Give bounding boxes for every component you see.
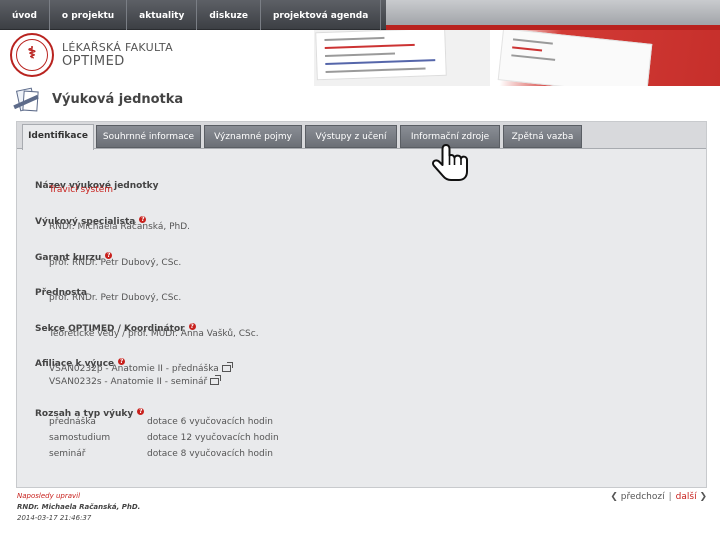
nav-item-diskuze[interactable]: diskuze	[197, 0, 261, 30]
help-icon[interactable]: ?	[137, 408, 145, 415]
specialist-value: RNDr. Michaela Račanská, PhD.	[49, 222, 190, 232]
nav-item-projektova-agenda[interactable]: projektová agenda	[261, 0, 382, 30]
header-collage-image	[314, 30, 720, 86]
scope-row: přednáška dotace 6 vyučovacích hodin	[49, 417, 273, 427]
nav-item-o-projektu[interactable]: o projektu	[50, 0, 128, 30]
pager-separator: |	[668, 492, 672, 502]
top-navigation: úvod o projektu aktuality diskuze projek…	[0, 0, 720, 30]
tab-zpetna-vazba[interactable]: Zpětná vazba	[503, 125, 582, 148]
nav-item-uvod[interactable]: úvod	[0, 0, 50, 30]
scope-row: samostudium dotace 12 vyučovacích hodin	[49, 433, 279, 443]
section-coordinator-value: Teoretické vědy / prof. MUDr. Anna Vašků…	[49, 329, 259, 339]
nav-item-aktuality[interactable]: aktuality	[127, 0, 198, 30]
scope-type: samostudium	[49, 433, 111, 443]
chevron-right-icon[interactable]: ❯	[699, 492, 707, 502]
scope-amount: dotace 8 vyučovacích hodin	[147, 449, 273, 459]
pager: ❮ předchozí | další ❯	[610, 492, 707, 502]
unit-name-value: Trávicí systém	[49, 185, 114, 195]
head-value: prof. RNDr. Petr Dubový, CSc.	[49, 293, 182, 303]
last-update-date: 2014-03-17 21:46:37	[17, 514, 92, 522]
guarantor-value: prof. RNDr. Petr Dubový, CSc.	[49, 258, 182, 268]
affiliation-item[interactable]: VSAN0232p - Anatomie II - přednáška	[49, 362, 233, 374]
scope-row: seminář dotace 8 vyučovacích hodin	[49, 449, 273, 459]
hand-pointer-cursor-icon	[432, 144, 468, 181]
affiliation-text[interactable]: VSAN0232p - Anatomie II - přednáška	[49, 364, 219, 374]
tab-vyznamne-pojmy[interactable]: Významné pojmy	[204, 125, 302, 148]
tab-vystupy-z-uceni[interactable]: Výstupy z učení	[305, 125, 397, 148]
scope-amount: dotace 12 vyučovacích hodin	[147, 433, 279, 443]
external-link-icon[interactable]	[210, 375, 222, 385]
chevron-left-icon[interactable]: ❮	[610, 492, 618, 502]
tab-souhrnne-informace[interactable]: Souhrnné informace	[96, 125, 201, 148]
external-link-icon[interactable]	[221, 362, 233, 372]
prev-link[interactable]: předchozí	[621, 492, 665, 502]
tab-identifikace[interactable]: Identifikace	[22, 124, 94, 150]
scope-amount: dotace 6 vyučovacích hodin	[147, 417, 273, 427]
seal-caduceus-icon: ⚕	[27, 43, 37, 62]
last-update-label: Naposledy upravil	[17, 492, 81, 500]
page-title: Výuková jednotka	[52, 92, 184, 107]
unit-panel: Identifikace Souhrnné informace Významné…	[16, 121, 707, 488]
documents-icon	[10, 86, 42, 116]
tab-bar: Identifikace Souhrnné informace Významné…	[17, 122, 706, 150]
affiliation-text[interactable]: VSAN0232s - Anatomie II - seminář	[49, 377, 207, 387]
site-header: ⚕ LÉKAŘSKÁ FAKULTA OPTIMED	[0, 30, 720, 86]
affiliation-item[interactable]: VSAN0232s - Anatomie II - seminář	[49, 375, 222, 387]
project-name: OPTIMED	[62, 54, 125, 69]
faculty-name: LÉKAŘSKÁ FAKULTA	[62, 41, 173, 54]
nav-items: úvod o projektu aktuality diskuze projek…	[0, 0, 382, 30]
last-update-name: RNDr. Michaela Račanská, PhD.	[17, 503, 141, 511]
collage-paper	[315, 30, 447, 81]
next-link[interactable]: další	[676, 492, 697, 502]
scope-type: přednáška	[49, 417, 96, 427]
scope-type: seminář	[49, 449, 86, 459]
faculty-seal-logo[interactable]: ⚕	[10, 33, 54, 77]
page: úvod o projektu aktuality diskuze projek…	[0, 0, 720, 540]
